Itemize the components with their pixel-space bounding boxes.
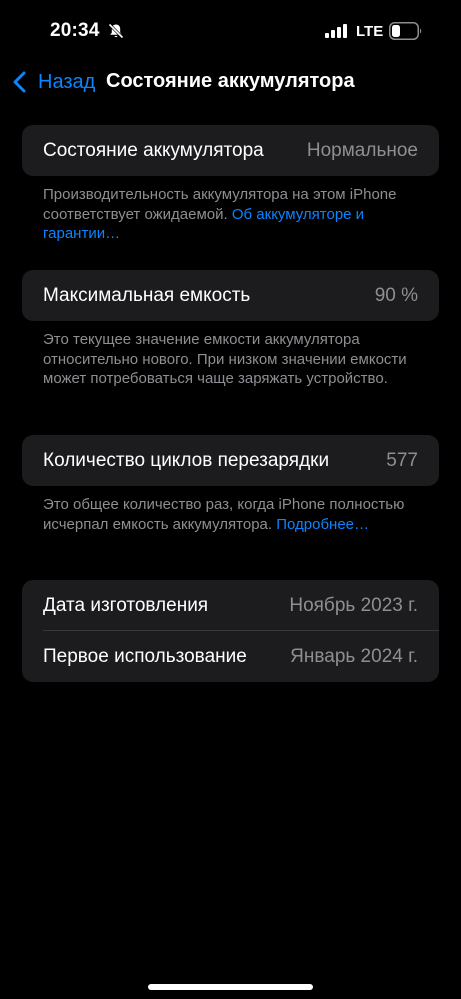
manufacture-date-row: Дата изготовления Ноябрь 2023 г.	[22, 580, 439, 631]
battery-icon	[389, 22, 422, 40]
bell-slash-icon	[108, 23, 124, 39]
max-capacity-label: Максимальная емкость	[43, 285, 251, 306]
battery-health-value: Нормальное	[306, 140, 418, 161]
dates-card: Дата изготовления Ноябрь 2023 г. Первое …	[22, 580, 439, 682]
max-capacity-card: Максимальная емкость 90 %	[22, 270, 439, 321]
cycle-count-footer: Это общее количество раз, когда iPhone п…	[43, 495, 423, 534]
network-type: LTE	[356, 23, 384, 40]
status-time: 20:34	[50, 20, 100, 41]
manufacture-date-label: Дата изготовления	[43, 595, 209, 616]
page-title: Состояние аккумулятора	[106, 70, 355, 92]
cycle-count-label: Количество циклов перезарядки	[43, 450, 330, 471]
first-use-row: Первое использование Январь 2024 г.	[22, 631, 439, 682]
cellular-signal-icon	[325, 24, 347, 38]
back-label: Назад	[38, 70, 96, 93]
navigation-bar: Назад Состояние аккумулятора	[0, 62, 461, 102]
cycle-count-value: 577	[386, 450, 418, 471]
home-indicator[interactable]	[148, 984, 313, 990]
battery-health-label: Состояние аккумулятора	[43, 140, 264, 161]
max-capacity-value: 90 %	[374, 285, 418, 306]
max-capacity-footer: Это текущее значение емкости аккумулятор…	[43, 331, 407, 387]
battery-health-footer: Производительность аккумулятора на этом …	[43, 185, 423, 244]
back-button[interactable]: Назад	[12, 68, 95, 96]
battery-health-card: Состояние аккумулятора Нормальное	[22, 125, 439, 176]
max-capacity-row: Максимальная емкость 90 %	[22, 270, 439, 321]
first-use-value: Январь 2024 г.	[290, 646, 418, 667]
chevron-left-icon	[13, 71, 26, 93]
cycle-count-row: Количество циклов перезарядки 577	[22, 435, 439, 486]
cycle-count-card: Количество циклов перезарядки 577	[22, 435, 439, 486]
first-use-label: Первое использование	[43, 646, 247, 667]
battery-health-row: Состояние аккумулятора Нормальное	[22, 125, 439, 176]
status-bar: 20:34 LTE	[0, 0, 461, 60]
manufacture-date-value: Ноябрь 2023 г.	[289, 595, 418, 616]
learn-more-link[interactable]: Подробнее…	[276, 516, 369, 533]
